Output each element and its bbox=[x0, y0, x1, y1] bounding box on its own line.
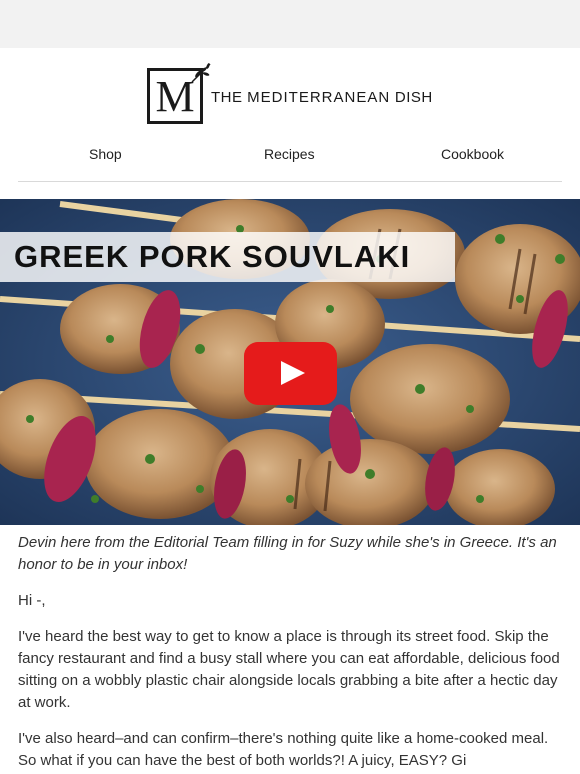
nav-divider bbox=[18, 181, 562, 182]
brand-name-dish: DISH bbox=[394, 89, 433, 106]
body-paragraph-1: I've heard the best way to get to know a… bbox=[18, 628, 560, 711]
nav-link-shop[interactable]: Shop bbox=[89, 146, 122, 162]
youtube-play-icon bbox=[281, 361, 305, 385]
greeting-text: Hi -, bbox=[18, 592, 46, 609]
intro-text: Devin here from the Editorial Team filli… bbox=[18, 534, 557, 573]
brand-name-the: THE bbox=[211, 89, 243, 106]
brand-logo[interactable]: M THE MEDITERRANEAN DISH bbox=[0, 63, 580, 126]
body-paragraph-2: I've also heard–and can confirm–there's … bbox=[18, 730, 549, 769]
hero-video-thumbnail[interactable]: GREEK PORK SOUVLAKI bbox=[0, 199, 580, 525]
brand-name: THE MEDITERRANEAN DISH bbox=[211, 89, 433, 106]
brand-name-main: MEDITERRANEAN bbox=[247, 89, 391, 106]
email-body: Devin here from the Editorial Team filli… bbox=[18, 532, 566, 774]
top-bar bbox=[0, 0, 580, 48]
main-nav: Shop Recipes Cookbook bbox=[0, 140, 580, 168]
youtube-play-button[interactable] bbox=[244, 342, 337, 405]
olive-sprig-icon bbox=[191, 63, 211, 83]
hero-title: GREEK PORK SOUVLAKI bbox=[14, 239, 411, 274]
nav-link-recipes[interactable]: Recipes bbox=[264, 146, 315, 162]
nav-link-cookbook[interactable]: Cookbook bbox=[441, 146, 504, 162]
